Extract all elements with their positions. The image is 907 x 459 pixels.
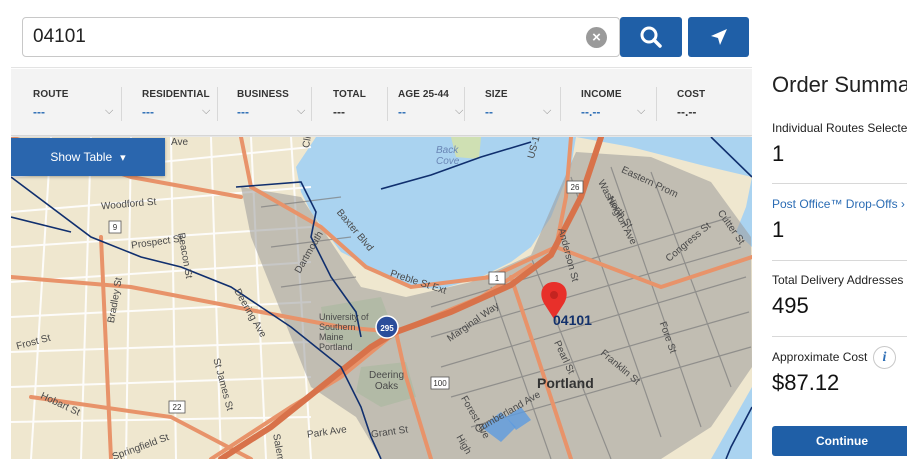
individual-routes-value: 1: [772, 141, 785, 166]
water-label: Back Cove: [436, 145, 460, 167]
divider: [560, 87, 561, 121]
order-summary-title: Order Summary: [772, 72, 907, 97]
filter-label: AGE 25-44: [398, 89, 449, 100]
chevron-down-icon: ⌵: [105, 105, 114, 117]
filter-label: INCOME: [581, 89, 622, 100]
show-table-label: Show Table: [50, 150, 113, 164]
total-addresses-value: 495: [772, 293, 809, 318]
svg-text:1: 1: [495, 274, 500, 283]
filter-value: ---: [142, 105, 154, 119]
filter-total: TOTAL ---: [333, 69, 383, 136]
filter-value: --.--: [581, 105, 601, 119]
svg-text:22: 22: [173, 403, 182, 412]
filter-value: --: [485, 105, 493, 119]
map-canvas: 295 1 100 22 26 9: [11, 137, 752, 459]
place-label: University of Southern Maine Portland: [319, 312, 369, 352]
filter-route[interactable]: ROUTE --- ⌵: [33, 69, 117, 136]
filter-label: TOTAL: [333, 89, 366, 100]
filter-label: SIZE: [485, 89, 508, 100]
divider: [217, 87, 218, 121]
filter-label: BUSINESS: [237, 89, 289, 100]
continue-button[interactable]: Continue: [772, 426, 907, 456]
filter-business[interactable]: BUSINESS --- ⌵: [237, 69, 307, 136]
street-label: Ave: [171, 137, 189, 148]
chevron-down-icon: ⌵: [637, 105, 646, 117]
city-label: Portland: [537, 375, 594, 391]
location-arrow-icon: [710, 29, 727, 45]
divider: [121, 87, 122, 121]
filter-size[interactable]: SIZE -- ⌵: [485, 69, 555, 136]
svg-text:26: 26: [571, 183, 580, 192]
route-map[interactable]: 295 1 100 22 26 9 Ave Clifton: [11, 137, 752, 459]
search-input[interactable]: [33, 18, 573, 56]
info-icon[interactable]: i: [873, 346, 896, 369]
filter-value: ---: [333, 105, 345, 119]
divider: [772, 336, 907, 337]
divider: [656, 87, 657, 121]
search-box: ×: [22, 17, 620, 57]
chevron-down-icon: ⌵: [455, 105, 464, 117]
clear-circle-icon[interactable]: ×: [586, 27, 607, 48]
filter-bar: ROUTE --- ⌵ RESIDENTIAL --- ⌵ BUSINESS -…: [11, 69, 752, 136]
zip-label: 04101: [553, 312, 592, 328]
show-table-button[interactable]: Show Table ▾: [11, 138, 165, 176]
filter-value: ---: [237, 105, 249, 119]
divider: [772, 183, 907, 184]
individual-routes-label: Individual Routes Selected: [772, 121, 907, 135]
divider: [387, 87, 388, 121]
divider: [311, 87, 312, 121]
chevron-down-icon: ⌵: [202, 105, 211, 117]
approximate-cost-value: $87.12: [772, 370, 840, 395]
filter-value: --.--: [677, 105, 697, 119]
approximate-cost-label: Approximate Cost: [772, 350, 868, 364]
filter-label: COST: [677, 89, 706, 100]
chevron-down-icon: ⌵: [543, 105, 552, 117]
svg-text:100: 100: [433, 379, 447, 388]
filter-income[interactable]: INCOME --.-- ⌵: [581, 69, 651, 136]
place-label: Deering Oaks: [368, 370, 405, 392]
search-icon: [640, 26, 662, 48]
svg-text:295: 295: [380, 324, 394, 333]
svg-text:9: 9: [113, 223, 118, 232]
filter-age[interactable]: AGE 25-44 -- ⌵: [398, 69, 466, 136]
locate-button[interactable]: [688, 17, 749, 57]
map-panel: × ROUTE --- ⌵ RESIDENTIAL --- ⌵ BUSI: [11, 0, 752, 459]
search-bar: ×: [11, 0, 752, 68]
divider: [772, 260, 907, 261]
order-summary-panel: Order Summary Individual Routes Selected…: [760, 0, 907, 459]
filter-cost: COST --.--: [677, 69, 737, 136]
filter-value: ---: [33, 105, 45, 119]
chevron-down-icon: ▾: [120, 151, 126, 164]
filter-value: --: [398, 105, 406, 119]
total-addresses-label: Total Delivery Addresses: [772, 273, 904, 287]
post-office-dropoffs-link[interactable]: Post Office™ Drop-Offs ›: [772, 197, 905, 211]
filter-label: ROUTE: [33, 89, 69, 100]
filter-residential[interactable]: RESIDENTIAL --- ⌵: [142, 69, 212, 136]
search-button[interactable]: [620, 17, 682, 57]
chevron-down-icon: ⌵: [297, 105, 306, 117]
post-office-dropoffs-value: 1: [772, 217, 785, 242]
divider: [464, 87, 465, 121]
filter-label: RESIDENTIAL: [142, 89, 210, 100]
